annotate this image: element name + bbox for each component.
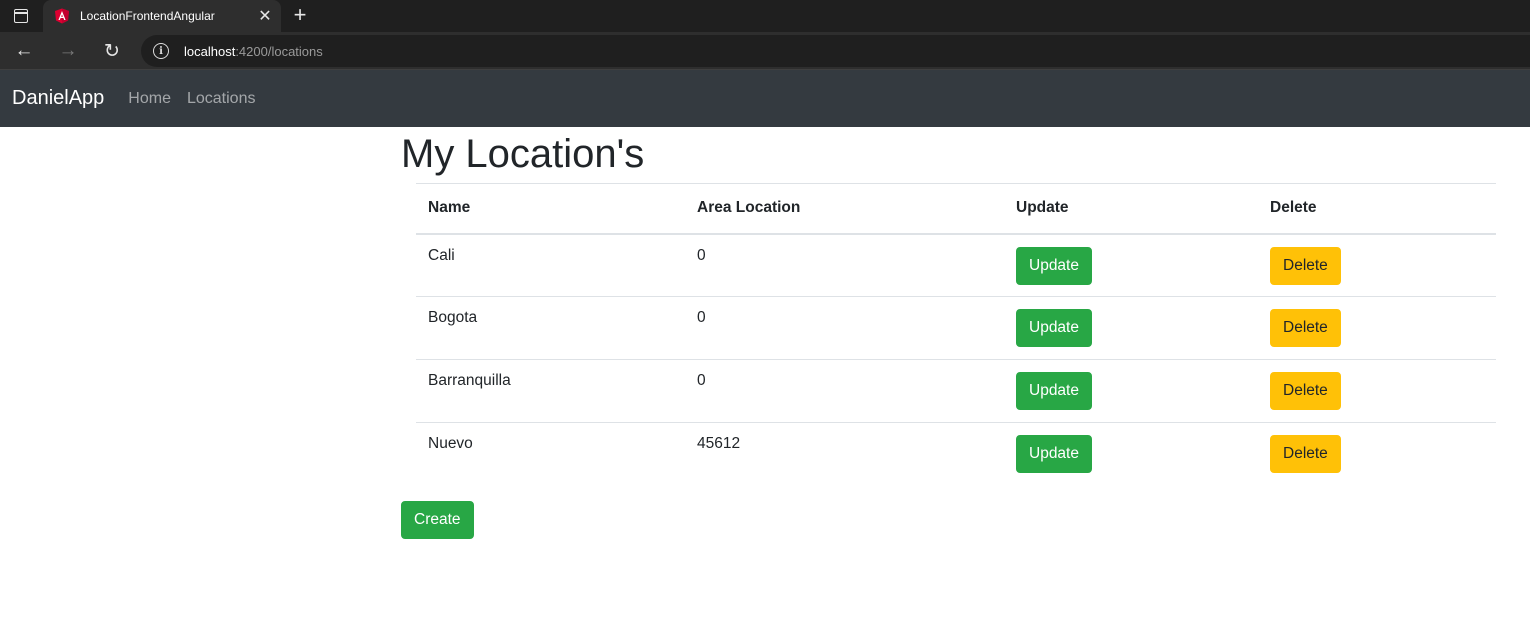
- update-button[interactable]: Update: [1016, 246, 1092, 285]
- table-header-row: Name Area Location Update Delete: [416, 183, 1496, 235]
- address-bar[interactable]: i localhost:4200/locations: [141, 35, 1530, 67]
- navbar-brand[interactable]: DanielApp: [12, 87, 104, 110]
- nav-link-home[interactable]: Home: [128, 90, 171, 108]
- back-arrow-icon[interactable]: ←: [12, 39, 36, 63]
- nav-link-locations[interactable]: Locations: [187, 90, 256, 108]
- header-name: Name: [416, 183, 685, 235]
- location-area: 45612: [697, 435, 741, 452]
- app-navbar: DanielApp Home Locations: [0, 70, 1530, 127]
- site-info-icon[interactable]: i: [153, 43, 169, 59]
- main-container: My Location's Name Area Location Update …: [401, 127, 1496, 539]
- browser-tab[interactable]: LocationFrontendAngular ✕: [43, 0, 281, 32]
- window-icon: [14, 9, 28, 23]
- url-host: localhost: [184, 43, 236, 59]
- url-text[interactable]: localhost:4200/locations: [184, 44, 323, 59]
- delete-button[interactable]: Delete: [1270, 309, 1341, 347]
- delete-button[interactable]: Delete: [1270, 435, 1341, 473]
- location-name: Nuevo: [428, 435, 473, 452]
- tab-title: LocationFrontendAngular: [80, 9, 215, 23]
- delete-button[interactable]: Delete: [1270, 246, 1341, 285]
- table-row: Bogota 0 Update Delete: [416, 296, 1496, 360]
- close-icon[interactable]: ✕: [254, 5, 276, 27]
- tab-actions-button[interactable]: [0, 0, 42, 32]
- browser-tab-strip: LocationFrontendAngular ✕ +: [0, 0, 1530, 32]
- new-tab-button[interactable]: +: [288, 4, 312, 28]
- reload-icon[interactable]: ↻: [100, 39, 124, 63]
- header-delete: Delete: [1258, 183, 1496, 235]
- location-area: 0: [685, 233, 1004, 297]
- delete-button[interactable]: Delete: [1270, 372, 1341, 410]
- table-row: Barranquilla 0 Update Delete: [416, 359, 1496, 423]
- header-update: Update: [1004, 183, 1258, 235]
- create-button[interactable]: Create: [401, 501, 474, 539]
- angular-icon: [55, 8, 69, 24]
- table-row: Nuevo 45612 Update Delete: [416, 423, 1496, 486]
- update-button[interactable]: Update: [1016, 372, 1092, 410]
- header-area-location: Area Location: [685, 183, 1004, 235]
- locations-table: Name Area Location Update Delete Cali 0 …: [416, 183, 1496, 486]
- update-button[interactable]: Update: [1016, 435, 1092, 473]
- url-path: :4200/locations: [235, 43, 323, 59]
- browser-toolbar: ← → ↻ i localhost:4200/locations: [0, 32, 1530, 70]
- location-name: Barranquilla: [416, 359, 685, 423]
- location-area: 0: [685, 359, 1004, 423]
- update-button[interactable]: Update: [1016, 309, 1092, 347]
- page-title: My Location's: [401, 132, 645, 176]
- forward-arrow-icon[interactable]: →: [56, 39, 80, 63]
- location-name: Cali: [416, 233, 685, 297]
- location-area: 0: [685, 296, 1004, 360]
- table-row: Cali 0 Update Delete: [416, 233, 1496, 297]
- location-name: Bogota: [416, 296, 685, 360]
